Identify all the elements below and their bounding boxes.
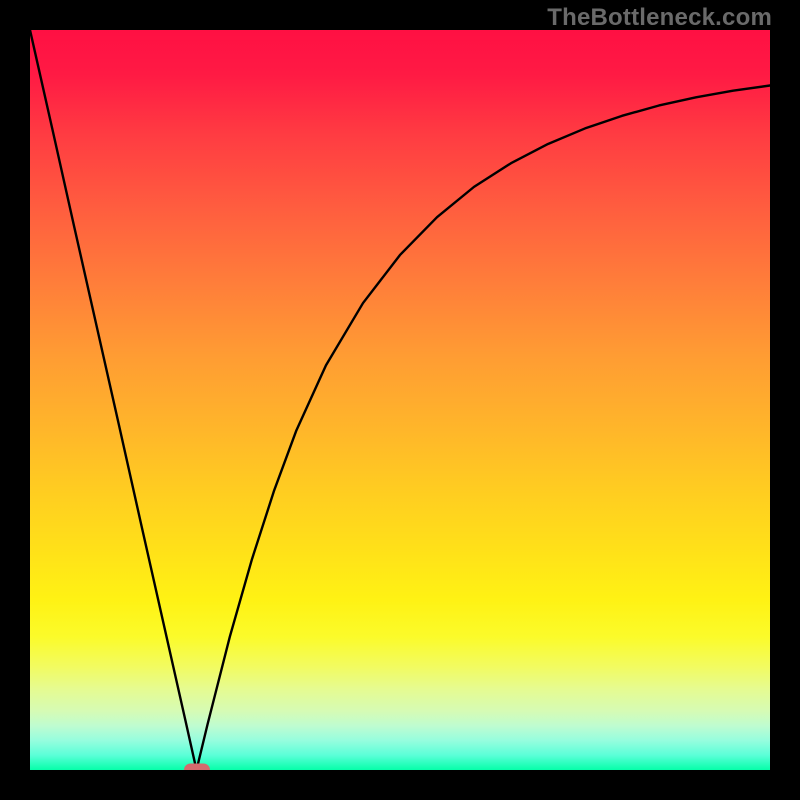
trough-marker xyxy=(184,764,210,771)
chart-frame: TheBottleneck.com xyxy=(0,0,800,800)
curve-line xyxy=(30,30,770,770)
curve-svg xyxy=(30,30,770,770)
watermark-text: TheBottleneck.com xyxy=(547,4,772,32)
plot-area xyxy=(30,30,770,770)
